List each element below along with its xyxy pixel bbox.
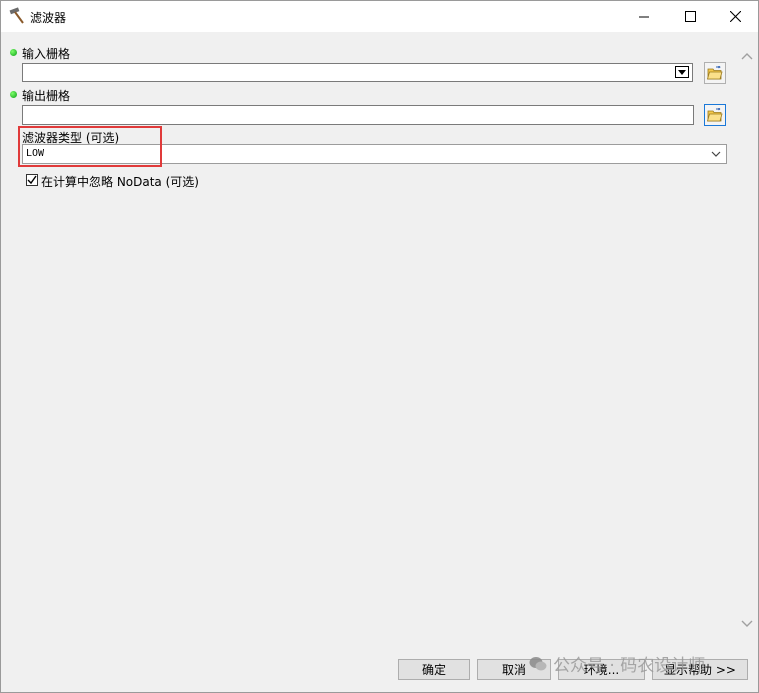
- dropdown-arrow-icon[interactable]: [675, 66, 689, 78]
- close-icon: [729, 11, 741, 22]
- output-raster-label: 输出栅格: [22, 89, 71, 103]
- ignore-nodata-checkbox[interactable]: [26, 174, 38, 186]
- scroll-down-icon[interactable]: [741, 619, 753, 629]
- input-raster-label: 输入栅格: [22, 47, 71, 61]
- highlight-box: [18, 126, 162, 167]
- ok-button[interactable]: 确定: [398, 659, 470, 680]
- hammer-icon: [9, 7, 24, 24]
- close-button[interactable]: [712, 1, 758, 32]
- scroll-up-icon[interactable]: [741, 51, 753, 61]
- filter-dialog: 滤波器 输入栅格 输出栅格 滤波器类型 (可选) LOW 在计算中忽略 NoDa…: [0, 0, 759, 693]
- input-raster-combo[interactable]: [22, 63, 693, 82]
- window-title: 滤波器: [30, 11, 67, 25]
- vertical-scrollbar[interactable]: [737, 41, 757, 637]
- output-browse-button[interactable]: [704, 104, 726, 126]
- output-raster-field[interactable]: [22, 105, 694, 125]
- form-area: 输入栅格 输出栅格 滤波器类型 (可选) LOW 在计算中忽略 NoData (…: [1, 32, 758, 648]
- minimize-icon: [638, 16, 649, 18]
- chevron-down-icon: [711, 151, 721, 157]
- watermark-text: 公众号 · 码农设计师: [553, 656, 706, 676]
- input-browse-button[interactable]: [704, 62, 726, 84]
- wechat-icon: [529, 656, 547, 670]
- watermark: 公众号 · 码农设计师: [529, 651, 705, 676]
- open-folder-icon: [707, 108, 723, 122]
- required-indicator-icon: [10, 91, 17, 98]
- open-folder-icon: [707, 66, 723, 80]
- checkmark-icon: [27, 175, 37, 185]
- required-indicator-icon: [10, 49, 17, 56]
- maximize-button[interactable]: [667, 1, 713, 32]
- minimize-button[interactable]: [621, 1, 667, 32]
- ignore-nodata-label: 在计算中忽略 NoData (可选): [41, 175, 199, 189]
- maximize-icon: [684, 11, 696, 22]
- title-bar: 滤波器: [1, 1, 758, 32]
